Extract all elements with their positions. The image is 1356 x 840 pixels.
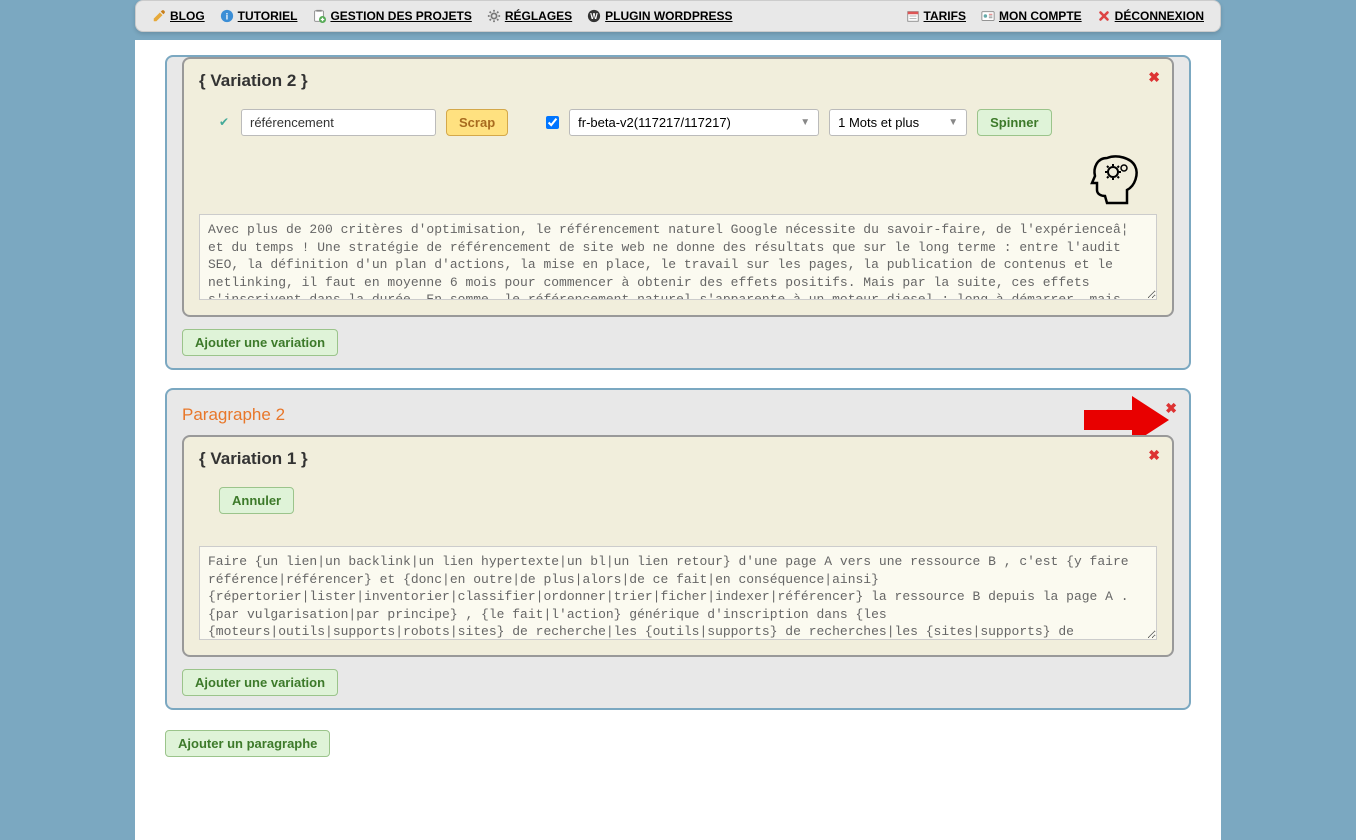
variation-1-p2-title: { Variation 1 }	[199, 449, 1157, 469]
paragraph-2-title: Paragraphe 2	[182, 405, 1174, 425]
navbar-left: BLOG i TUTORIEL GESTION DES PROJETS RÉGL…	[152, 9, 733, 23]
add-paragraph-button[interactable]: Ajouter un paragraphe	[165, 730, 330, 757]
variation-2-textarea[interactable]	[199, 214, 1157, 300]
variation-panel-1-p2: ✖ { Variation 1 } Annuler	[182, 435, 1174, 657]
variation-1-p2-textarea[interactable]	[199, 546, 1157, 640]
nav-blog[interactable]: BLOG	[152, 9, 205, 23]
nav-deconnexion-label: DÉCONNEXION	[1115, 9, 1204, 23]
main-content: ✖ { Variation 2 } Scrap fr-beta-v2(11721…	[135, 40, 1221, 840]
nav-projets-label: GESTION DES PROJETS	[330, 9, 471, 23]
top-navbar: BLOG i TUTORIEL GESTION DES PROJETS RÉGL…	[135, 0, 1221, 32]
words-select-value: 1 Mots et plus	[838, 115, 919, 130]
info-icon: i	[220, 9, 234, 23]
lang-checkbox[interactable]	[546, 116, 559, 129]
nav-deconnexion[interactable]: DÉCONNEXION	[1097, 9, 1204, 23]
nav-projets[interactable]: GESTION DES PROJETS	[312, 9, 471, 23]
nav-compte[interactable]: MON COMPTE	[981, 9, 1082, 23]
keyword-input[interactable]	[241, 109, 436, 136]
nav-reglages[interactable]: RÉGLAGES	[487, 9, 572, 23]
brain-gear-icon	[1087, 148, 1147, 208]
lang-select-value: fr-beta-v2(117217/117217)	[578, 115, 731, 130]
calendar-icon	[906, 9, 920, 23]
nav-tutoriel-label: TUTORIEL	[238, 9, 298, 23]
chevron-down-icon: ▼	[800, 117, 810, 128]
svg-text:W: W	[590, 12, 598, 21]
nav-tutoriel[interactable]: i TUTORIEL	[220, 9, 298, 23]
nav-wordpress-label: PLUGIN WORDPRESS	[605, 9, 732, 23]
close-variation-1-p2[interactable]: ✖	[1148, 447, 1160, 464]
words-select[interactable]: 1 Mots et plus ▼	[829, 109, 967, 136]
nav-tarifs-label: TARIFS	[924, 9, 966, 23]
clipboard-plus-icon	[312, 9, 326, 23]
nav-compte-label: MON COMPTE	[999, 9, 1082, 23]
close-variation-2[interactable]: ✖	[1148, 69, 1160, 86]
nav-blog-label: BLOG	[170, 9, 205, 23]
nav-wordpress[interactable]: W PLUGIN WORDPRESS	[587, 9, 732, 23]
variation-2-title: { Variation 2 }	[199, 71, 1157, 91]
wordpress-icon: W	[587, 9, 601, 23]
annuler-button[interactable]: Annuler	[219, 487, 294, 514]
add-variation-button-1[interactable]: Ajouter une variation	[182, 329, 338, 356]
chevron-down-icon: ▼	[948, 117, 958, 128]
gear-icon	[487, 9, 501, 23]
id-card-icon	[981, 9, 995, 23]
check-ok-icon	[219, 117, 231, 129]
navbar-right: TARIFS MON COMPTE DÉCONNEXION	[906, 9, 1204, 23]
scrap-button[interactable]: Scrap	[446, 109, 508, 136]
svg-text:i: i	[225, 12, 227, 22]
cross-icon	[1097, 9, 1111, 23]
nav-reglages-label: RÉGLAGES	[505, 9, 572, 23]
paragraph-panel-1: ✖ { Variation 2 } Scrap fr-beta-v2(11721…	[165, 55, 1191, 370]
variation-panel-2: ✖ { Variation 2 } Scrap fr-beta-v2(11721…	[182, 57, 1174, 317]
add-variation-button-2[interactable]: Ajouter une variation	[182, 669, 338, 696]
paragraph-panel-2: ✖ Paragraphe 2 ✖ { Variation 1 } Annuler…	[165, 388, 1191, 710]
spinner-button[interactable]: Spinner	[977, 109, 1051, 136]
lang-select[interactable]: fr-beta-v2(117217/117217) ▼	[569, 109, 819, 136]
nav-tarifs[interactable]: TARIFS	[906, 9, 966, 23]
pencil-icon	[152, 9, 166, 23]
variation-2-controls: Scrap fr-beta-v2(117217/117217) ▼ 1 Mots…	[219, 109, 1157, 136]
